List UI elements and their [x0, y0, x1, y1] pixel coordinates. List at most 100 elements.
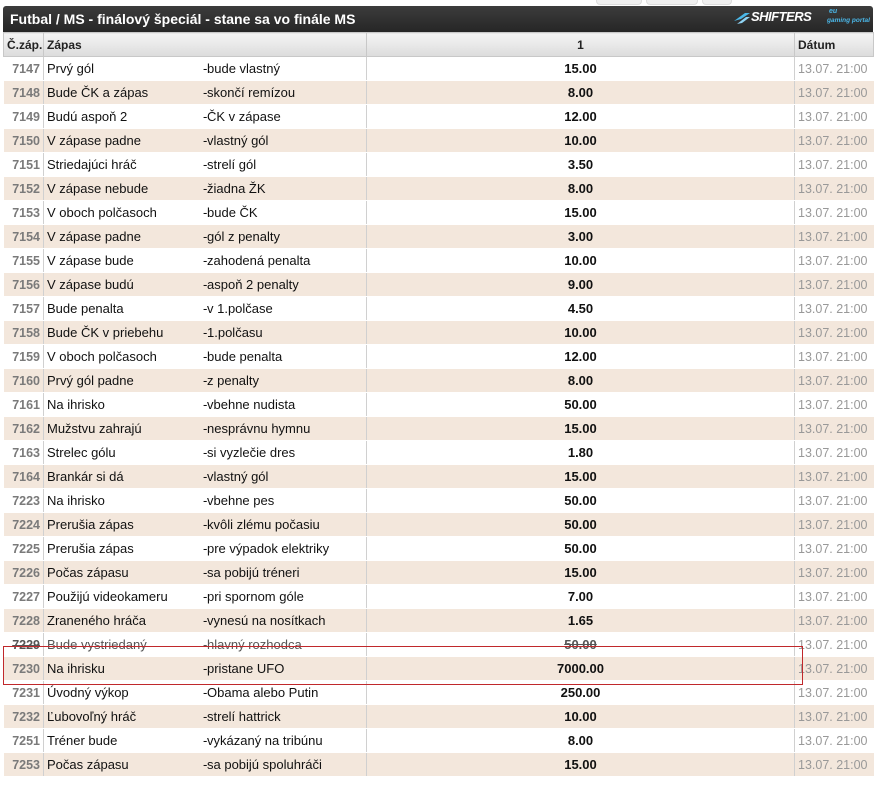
bet-number: 7157: [3, 296, 44, 321]
table-row: 7158 Bude ČK v priebehu -1.polčasu 10.00 13.…: [3, 320, 874, 345]
bet-date: 13.07. 21:00: [794, 488, 874, 513]
bet-description: Úvodný výkop -Obama alebo Putin: [43, 680, 367, 705]
bet-date: 13.07. 21:00: [794, 272, 874, 297]
bet-subject: Použijú videokameru: [47, 589, 168, 604]
bet-subject: Mužstvu zahrajú: [47, 421, 142, 436]
bet-date: 13.07. 21:00: [794, 680, 874, 705]
odd-value[interactable]: 8.00: [366, 728, 795, 753]
top-tab[interactable]: [646, 0, 698, 5]
odd-value[interactable]: 4.50: [366, 296, 795, 321]
bet-date: 13.07. 21:00: [794, 296, 874, 321]
top-tab[interactable]: [596, 0, 642, 5]
table-row: 7147 Prvý gól -bude vlastný 15.00 13.07. 21:…: [3, 56, 874, 81]
table-row: 7151 Striedajúci hráč -strelí gól 3.50 13.07…: [3, 152, 874, 177]
table-row: 7153 V oboch polčasoch -bude ČK 15.00 13.07.…: [3, 200, 874, 225]
bet-date: 13.07. 21:00: [794, 512, 874, 537]
bet-event: žiadna ŽK: [207, 181, 266, 196]
odd-value[interactable]: 3.50: [366, 152, 795, 177]
bet-date: 13.07. 21:00: [794, 440, 874, 465]
odd-value[interactable]: 12.00: [366, 104, 795, 129]
odd-value[interactable]: 10.00: [366, 704, 795, 729]
odd-value[interactable]: 15.00: [366, 56, 795, 81]
col-header-date[interactable]: Dátum: [794, 32, 874, 57]
panel-titlebar: Futbal / MS - finálový špeciál - stane s…: [3, 6, 873, 32]
bet-description: V zápase bude -zahodená penalta: [43, 248, 367, 273]
bet-event: Obama alebo Putin: [207, 685, 319, 700]
odd-value[interactable]: 12.00: [366, 344, 795, 369]
odd-value[interactable]: 7.00: [366, 584, 795, 609]
bet-event: si vyzlečie dres: [207, 445, 296, 460]
logo-wing-icon: [734, 13, 750, 24]
bet-subject: Počas zápasu: [47, 565, 129, 580]
bet-subject: Bude penalta: [47, 301, 124, 316]
odd-value[interactable]: 10.00: [366, 128, 795, 153]
table-row: 7149 Budú aspoň 2 -ČK v zápase 12.00 13.07. …: [3, 104, 874, 129]
table-row: 7164 Brankár si dá -vlastný gól 15.00 13.07.…: [3, 464, 874, 489]
bet-subject: Ľubovoľný hráč: [47, 709, 137, 724]
bet-number: 7251: [3, 728, 44, 753]
odd-value[interactable]: 10.00: [366, 320, 795, 345]
odd-value[interactable]: 3.00: [366, 224, 795, 249]
table-row: 7223 Na ihrisko -vbehne pes 50.00 13.07. 21:…: [3, 488, 874, 513]
col-header-match[interactable]: Zápas: [43, 32, 367, 57]
panel-title: Futbal / MS - finálový špeciál - stane s…: [10, 11, 356, 27]
shifters-logo[interactable]: SHIFTERS eu gaming portal: [733, 8, 870, 28]
bet-description: Počas zápasu -sa pobijú tréneri: [43, 560, 367, 585]
bet-event: 1.polčasu: [207, 325, 263, 340]
table-row: 7226 Počas zápasu -sa pobijú tréneri 15.00 1…: [3, 560, 874, 585]
odd-value[interactable]: 50.00: [366, 488, 795, 513]
bet-event: sa pobijú tréneri: [207, 565, 300, 580]
odd-value[interactable]: 9.00: [366, 272, 795, 297]
bet-subject: V oboch polčasoch: [47, 205, 157, 220]
odd-value[interactable]: 15.00: [366, 416, 795, 441]
odd-value[interactable]: 15.00: [366, 200, 795, 225]
odd-value[interactable]: 1.65: [366, 608, 795, 633]
odd-value[interactable]: 15.00: [366, 464, 795, 489]
bet-number: 7153: [3, 200, 44, 225]
bet-date: 13.07. 21:00: [794, 368, 874, 393]
bet-description: Bude penalta -v 1.polčase: [43, 296, 367, 321]
bet-number: 7232: [3, 704, 44, 729]
bet-event: zahodená penalta: [207, 253, 311, 268]
odd-value[interactable]: 50.00: [366, 632, 795, 657]
bet-date: 13.07. 21:00: [794, 128, 874, 153]
odd-value[interactable]: 50.00: [366, 392, 795, 417]
bet-description: Tréner bude -vykázaný na tribúnu: [43, 728, 367, 753]
bet-description: Použijú videokameru -pri spornom góle: [43, 584, 367, 609]
odd-value[interactable]: 15.00: [366, 752, 795, 777]
bet-event: nesprávnu hymnu: [207, 421, 311, 436]
col-header-odd[interactable]: 1: [366, 32, 795, 57]
odd-value[interactable]: 1.80: [366, 440, 795, 465]
col-header-number[interactable]: Č.záp.: [3, 32, 44, 57]
bet-description: Na ihrisku -pristane UFO: [43, 656, 367, 681]
odd-value[interactable]: 7000.00: [366, 656, 795, 681]
odd-value[interactable]: 15.00: [366, 560, 795, 585]
bet-date: 13.07. 21:00: [794, 704, 874, 729]
bet-number: 7227: [3, 584, 44, 609]
top-tab[interactable]: [702, 0, 732, 5]
bet-subject: Prerušia zápas: [47, 541, 134, 556]
bet-description: Bude ČK v priebehu -1.polčasu: [43, 320, 367, 345]
bet-description: Prerušia zápas -kvôli zlému počasiu: [43, 512, 367, 537]
odd-value[interactable]: 8.00: [366, 176, 795, 201]
odd-value[interactable]: 8.00: [366, 80, 795, 105]
bet-subject: Strelec gólu: [47, 445, 116, 460]
bet-number: 7148: [3, 80, 44, 105]
odd-value[interactable]: 50.00: [366, 512, 795, 537]
bet-date: 13.07. 21:00: [794, 224, 874, 249]
odd-value[interactable]: 10.00: [366, 248, 795, 273]
odd-value[interactable]: 50.00: [366, 536, 795, 561]
bet-subject: Prerušia zápas: [47, 517, 134, 532]
bet-event: bude penalta: [207, 349, 283, 364]
bet-description: Budú aspoň 2 -ČK v zápase: [43, 104, 367, 129]
bet-subject: Úvodný výkop: [47, 685, 129, 700]
bet-date: 13.07. 21:00: [794, 104, 874, 129]
bet-event: sa pobijú spoluhráči: [207, 757, 322, 772]
bet-description: Na ihrisko -vbehne nudista: [43, 392, 367, 417]
bet-description: Zraneného hráča -vynesú na nosítkach: [43, 608, 367, 633]
bet-subject: Zraneného hráča: [47, 613, 147, 628]
table-row: 7163 Strelec gólu -si vyzlečie dres 1.80 13.…: [3, 440, 874, 465]
bet-event: gól z penalty: [207, 229, 280, 244]
odd-value[interactable]: 8.00: [366, 368, 795, 393]
odd-value[interactable]: 250.00: [366, 680, 795, 705]
